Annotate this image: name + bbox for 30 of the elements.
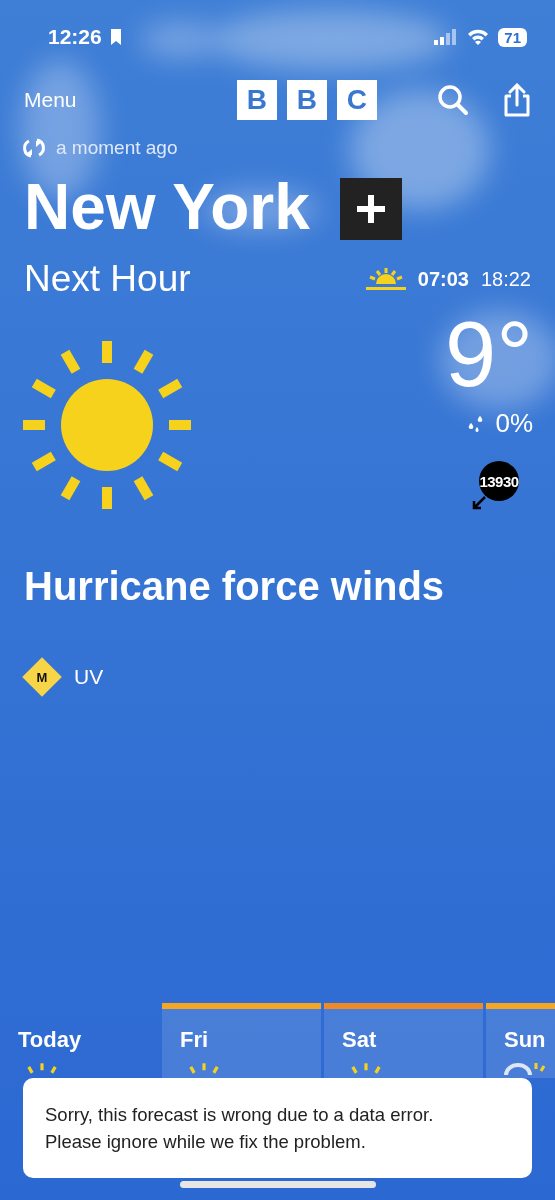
day-tab[interactable]: Sat [324,1003,483,1078]
signal-icon [434,29,459,45]
refresh-icon[interactable] [22,136,46,160]
toast-message: Sorry, this forecast is wrong due to a data error. Please ignore while we fix the problem. [45,1103,435,1154]
updated-time: a moment ago [56,137,178,159]
add-location-button[interactable] [339,178,402,240]
sunset-time: 18:22 [480,267,531,291]
location-title: New York [24,170,310,244]
menu-link[interactable]: Menu [24,88,77,112]
logo-letter: B [286,80,327,120]
search-icon[interactable] [437,84,469,116]
uv-label: UV [74,665,104,689]
logo-letter: B [236,80,277,120]
bookmark-icon [109,28,122,46]
sunrise-time: 07:03 [417,267,469,291]
sun-cloud-icon [504,1063,546,1075]
status-time: 12:26 [48,25,102,49]
sun-icon [22,340,192,510]
temperature: 9° [445,308,533,400]
logo-letter: C [336,80,377,120]
wifi-icon [466,28,491,46]
weather-description: Hurricane force winds [24,564,446,609]
period-label: Next Hour [24,258,191,300]
sunrise-icon [365,267,406,291]
day-tab[interactable]: Fri [162,1003,321,1078]
wind-direction-arrow-icon [471,495,487,511]
precipitation-chance: 0% [495,408,533,439]
day-tab[interactable]: Sun [486,1003,555,1078]
share-icon[interactable] [503,83,531,117]
day-tab[interactable]: Today [0,1003,159,1078]
